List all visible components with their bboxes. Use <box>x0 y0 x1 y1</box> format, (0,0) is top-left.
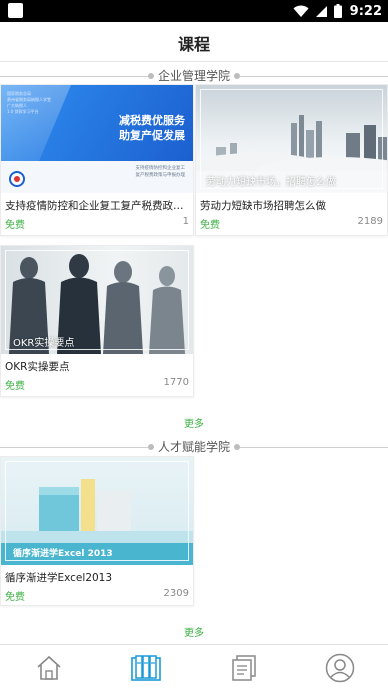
signal-icon <box>315 5 327 17</box>
section-header-enterprise: 企业管理学院 <box>0 66 388 86</box>
banner-headline: 减税费优服务 助复产促发展 <box>119 113 185 143</box>
thumbnail-overlay-text: 循序渐进学Excel 2013 <box>13 549 113 559</box>
home-icon <box>36 655 61 680</box>
banner-line: 1.0 贷款学习平台 <box>7 109 39 114</box>
course-card[interactable]: OKR实操要点 OKR实操要点 免费 1770 <box>0 245 194 397</box>
course-thumbnail: 循序渐进学Excel 2013 <box>1 457 193 565</box>
course-title: OKR实操要点 <box>5 361 70 373</box>
course-thumbnail: 劳动力短缺市场，招聘怎么做 <box>196 85 387 193</box>
course-card[interactable]: 国家税务总局 贵州省税务局纳税人学堂 广大纳税人 1.0 贷款学习平台 减税费优… <box>0 84 194 236</box>
course-views: 2309 <box>163 588 189 599</box>
banner-headline-line: 减税费优服务 <box>119 114 185 127</box>
battery-icon <box>333 4 342 18</box>
course-price: 免费 <box>5 220 25 231</box>
course-views: 1770 <box>163 377 189 388</box>
course-thumbnail: 国家税务总局 贵州省税务局纳税人学堂 广大纳税人 1.0 贷款学习平台 减税费优… <box>1 85 193 193</box>
thumbnail-overlay-text: 劳动力短缺市场，招聘怎么做 <box>206 177 336 188</box>
banner-subtitle-line: 支持疫情防控和企业复工 <box>135 166 186 171</box>
course-title: 劳动力短缺市场招聘怎么做 <box>200 200 326 212</box>
tab-profile[interactable] <box>291 645 388 690</box>
divider-line <box>240 447 388 448</box>
course-price: 免费 <box>200 220 220 231</box>
app-bar: 课程 <box>0 22 388 62</box>
page-title: 课程 <box>177 35 210 54</box>
document-icon <box>231 654 256 681</box>
banner-header-text: 国家税务总局 贵州省税务局纳税人学堂 广大纳税人 1.0 贷款学习平台 <box>7 91 51 115</box>
section-header-talent: 人才赋能学院 <box>0 437 388 457</box>
more-link-enterprise[interactable]: 更多 <box>0 415 388 430</box>
tab-documents[interactable] <box>194 645 291 690</box>
courses-icon <box>130 654 161 681</box>
course-title: 支持疫情防控和企业复工复产税费政策与… <box>5 200 189 212</box>
course-title: 循序渐进学Excel2013 <box>5 572 113 584</box>
tab-courses[interactable] <box>97 645 194 690</box>
course-card[interactable]: 劳动力短缺市场，招聘怎么做 劳动力短缺市场招聘怎么做 免费 2189 <box>195 84 388 236</box>
bottom-tab-bar <box>0 644 388 690</box>
status-bar: 9:22 <box>0 0 388 22</box>
status-icons: 9:22 <box>293 2 382 20</box>
course-thumbnail: OKR实操要点 <box>1 246 193 354</box>
profile-icon <box>325 653 354 682</box>
course-price: 免费 <box>5 381 25 392</box>
tab-home[interactable] <box>0 645 97 690</box>
course-views: 2189 <box>357 216 383 227</box>
banner-headline-line: 助复产促发展 <box>119 129 185 142</box>
course-price: 免费 <box>5 592 25 603</box>
wifi-icon <box>293 5 309 17</box>
course-card[interactable]: 循序渐进学Excel 2013 循序渐进学Excel2013 免费 2309 <box>0 456 194 606</box>
tax-emblem-icon <box>9 171 25 187</box>
status-time: 9:22 <box>349 3 382 19</box>
course-views: 1 <box>182 216 189 227</box>
more-link-talent[interactable]: 更多 <box>0 624 388 639</box>
divider-line <box>240 76 388 77</box>
app-notification-icon <box>8 3 23 18</box>
thumbnail-overlay-text: OKR实操要点 <box>13 338 75 349</box>
banner-subtitle: 支持疫情防控和企业复工 复产税费政策与申报办理 <box>136 165 186 179</box>
banner-subtitle-line: 复产税费政策与申报办理 <box>135 173 186 178</box>
